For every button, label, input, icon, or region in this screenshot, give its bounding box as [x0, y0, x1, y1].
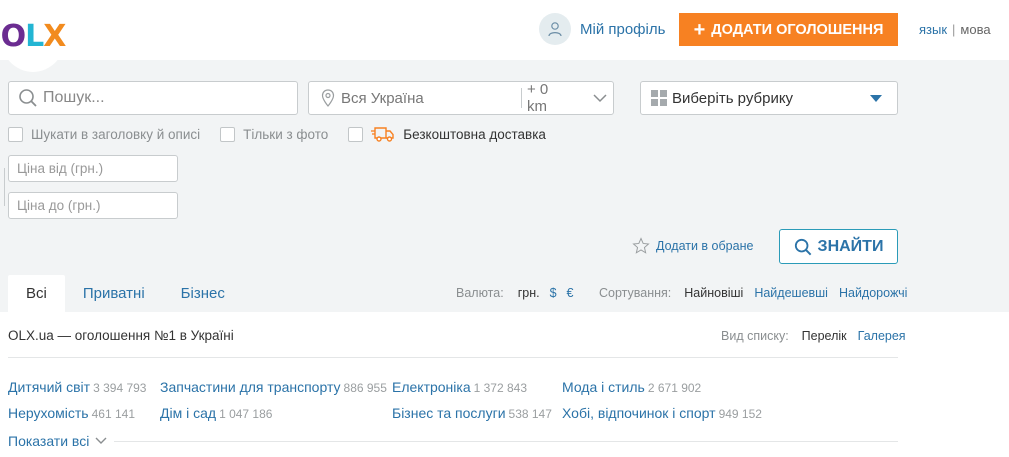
category-count: 1 047 186 — [219, 407, 273, 421]
currency-uah[interactable]: грн. — [518, 286, 540, 300]
category-link[interactable]: Нерухомість 461 141 — [8, 405, 135, 421]
logo-text: OLX — [0, 18, 67, 54]
show-all-categories[interactable]: Показати всі — [8, 433, 107, 449]
category-link[interactable]: Хобі, відпочинок і спорт 949 152 — [562, 405, 762, 421]
view-label: Вид списку: — [721, 329, 789, 343]
checkbox-box[interactable] — [220, 126, 236, 142]
category-name: Дім і сад — [160, 405, 217, 421]
category-name: Дитячий світ — [8, 379, 91, 395]
currency-eur[interactable]: € — [567, 286, 574, 300]
map-pin-icon — [315, 89, 341, 107]
category-name: Бізнес та послуги — [392, 405, 506, 421]
category-count: 949 152 — [718, 407, 762, 421]
category-link[interactable]: Дім і сад 1 047 186 — [160, 405, 272, 421]
page-title: OLX.ua — оголошення №1 в Україні — [8, 328, 234, 343]
search-icon — [13, 88, 43, 108]
radius-selector[interactable]: + 0 km — [521, 81, 613, 115]
checkbox-title-description[interactable]: Шукати в заголовку й описі — [8, 126, 201, 142]
sort-switcher: Сортування: Найновіші Найдешевші Найдоро… — [599, 286, 918, 300]
add-listing-button[interactable]: + ДОДАТИ ОГОЛОШЕННЯ — [679, 13, 898, 46]
truck-icon — [371, 126, 395, 142]
user-icon — [539, 13, 571, 45]
lang-uk-current: мова — [960, 22, 991, 37]
find-label: ЗНАЙТИ — [817, 237, 884, 255]
checkbox-photo-only[interactable]: Тільки з фото — [220, 126, 329, 142]
star-icon — [632, 237, 650, 255]
search-box[interactable] — [8, 81, 298, 115]
sort-most-expensive[interactable]: Найдорожчі — [839, 286, 907, 300]
divider — [114, 441, 898, 442]
chevron-down-icon — [588, 93, 613, 103]
tab-business[interactable]: Бізнес — [163, 275, 243, 312]
category-name: Хобі, відпочинок і спорт — [562, 405, 716, 421]
search-icon — [794, 238, 812, 256]
view-gallery-option[interactable]: Галерея — [858, 329, 906, 343]
tab-all[interactable]: Всі — [8, 275, 65, 312]
category-link[interactable]: Електроніка 1 372 843 — [392, 379, 527, 395]
sort-cheapest[interactable]: Найдешевші — [754, 286, 828, 300]
category-count: 461 141 — [91, 407, 135, 421]
lang-ru-link[interactable]: язык — [919, 22, 947, 37]
checkbox-label: Тільки з фото — [243, 126, 329, 142]
category-name: Електроніка — [392, 379, 471, 395]
divider — [8, 357, 898, 358]
currency-usd[interactable]: $ — [550, 286, 557, 300]
search-filters: Вся Україна + 0 km Виберіть рубрику Шука… — [0, 60, 1009, 312]
checkbox-box[interactable] — [348, 126, 364, 142]
category-count: 1 372 843 — [473, 381, 528, 395]
header: OLX Мій профіль + ДОДАТИ ОГОЛОШЕННЯ язык… — [0, 0, 1009, 72]
currency-switcher: Валюта: грн. $ € — [456, 286, 584, 300]
search-input[interactable] — [43, 82, 297, 114]
checkbox-label: Шукати в заголовку й описі — [31, 126, 201, 142]
profile-label: Мій профіль — [580, 20, 666, 38]
seller-type-tabs: Всі Приватні Бізнес — [8, 275, 243, 312]
category-selector[interactable]: Виберіть рубрику — [640, 81, 898, 115]
location-value: Вся Україна — [341, 89, 424, 107]
category-link[interactable]: Бізнес та послуги 538 147 — [392, 405, 552, 421]
category-link[interactable]: Мода і стиль 2 671 902 — [562, 379, 701, 395]
sort-newest[interactable]: Найновіші — [684, 286, 743, 300]
category-name: Запчастини для транспорту — [160, 379, 341, 395]
price-to-placeholder: Ціна до (грн.) — [17, 198, 101, 213]
triangle-down-icon — [865, 94, 887, 102]
price-to-field[interactable]: Ціна до (грн.) — [8, 192, 178, 219]
grid-icon — [648, 90, 670, 106]
favorites-label: Додати в обране — [656, 239, 754, 253]
checkbox-free-delivery[interactable]: Безкоштовна доставка — [348, 126, 546, 142]
add-listing-label: ДОДАТИ ОГОЛОШЕННЯ — [711, 21, 884, 38]
category-value: Виберіть рубрику — [672, 89, 794, 107]
olx-logo[interactable]: OLX — [0, 0, 66, 72]
main-content: OLX.ua — оголошення №1 в Україні Вид спи… — [0, 312, 1009, 457]
category-count: 886 955 — [343, 381, 387, 395]
category-name: Нерухомість — [8, 405, 89, 421]
radius-value: + 0 km — [527, 81, 549, 115]
category-count: 2 671 902 — [647, 381, 702, 395]
checkbox-label: Безкоштовна доставка — [403, 126, 546, 142]
show-all-label: Показати всі — [8, 433, 90, 449]
checkbox-box[interactable] — [8, 126, 23, 142]
chevron-down-icon — [95, 437, 107, 445]
add-to-favorites-link[interactable]: Додати в обране — [632, 237, 753, 255]
filter-checkboxes: Шукати в заголовку й описі Тільки з фото… — [8, 126, 566, 142]
location-selector[interactable]: Вся Україна + 0 km — [308, 81, 614, 115]
category-link[interactable]: Запчастини для транспорту 886 955 — [160, 379, 387, 395]
price-from-field[interactable]: Ціна від (грн.) — [8, 155, 178, 182]
currency-label: Валюта: — [456, 286, 504, 300]
plus-icon: + — [693, 18, 706, 41]
lang-separator: | — [952, 22, 956, 37]
category-link[interactable]: Дитячий світ 3 394 793 — [8, 379, 146, 395]
category-count: 538 147 — [508, 407, 552, 421]
my-profile-link[interactable]: Мій профіль — [539, 13, 665, 45]
language-switcher: язык | мова — [919, 22, 991, 37]
sort-label: Сортування: — [599, 286, 672, 300]
tab-private[interactable]: Приватні — [65, 275, 163, 312]
price-from-placeholder: Ціна від (грн.) — [17, 161, 104, 176]
find-button[interactable]: ЗНАЙТИ — [779, 229, 898, 264]
view-mode-switcher: Вид списку: Перелік Галерея — [721, 329, 917, 343]
category-count: 3 394 793 — [93, 381, 147, 395]
category-name: Мода і стиль — [562, 379, 645, 395]
view-list-option[interactable]: Перелік — [802, 329, 847, 343]
